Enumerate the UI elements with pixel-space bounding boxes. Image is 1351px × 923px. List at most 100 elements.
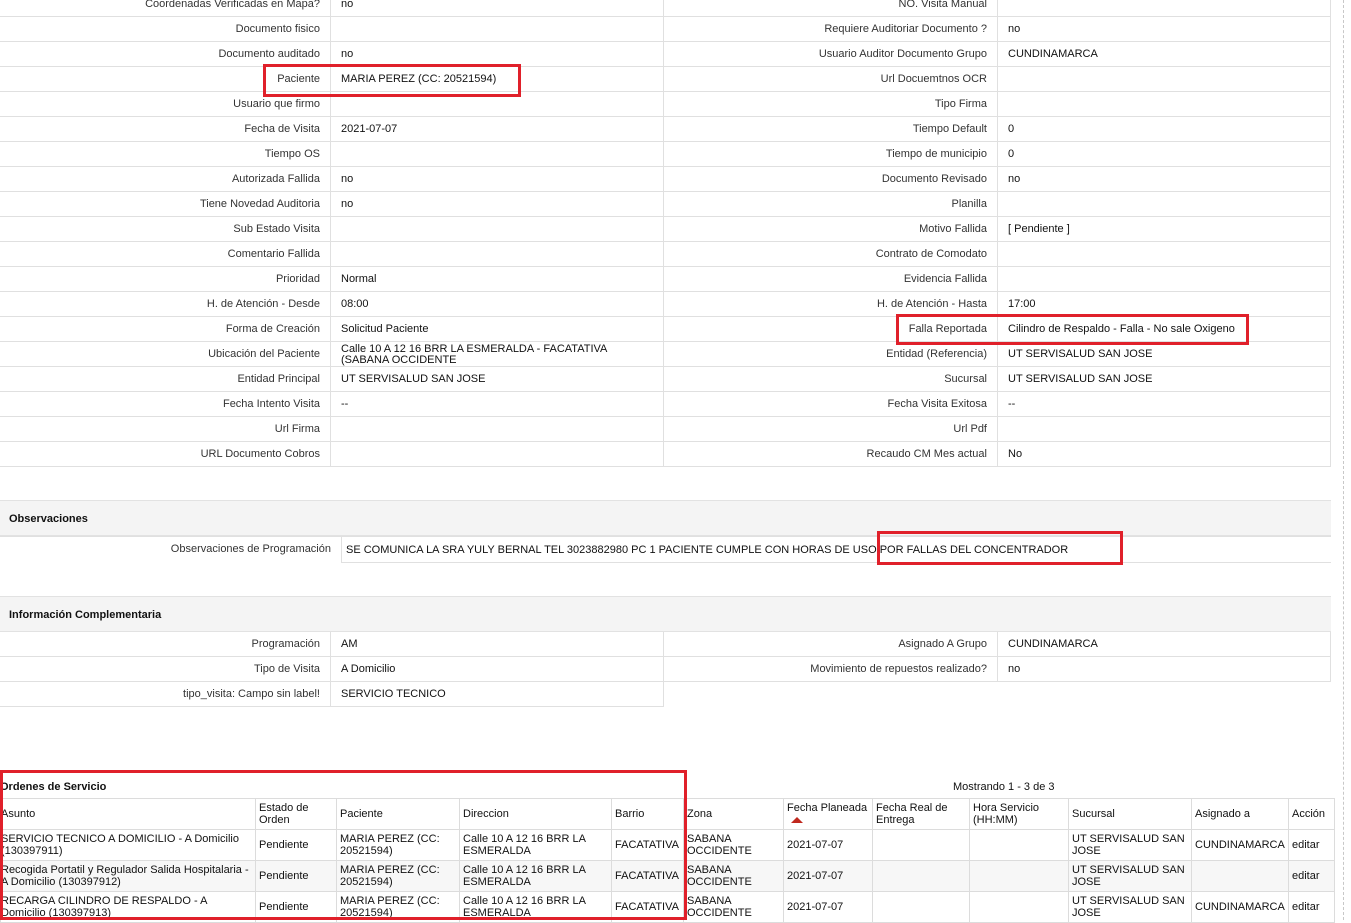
field-value: CUNDINAMARCA xyxy=(998,42,1331,67)
detail-row: URL Documento Cobros Recaudo CM Mes actua… xyxy=(0,442,1331,467)
field-value xyxy=(998,242,1331,267)
detail-row: Documento fisico Requiere Auditoriar Docu… xyxy=(0,17,1331,42)
column-header-fecha-planeada[interactable]: Fecha Planeada xyxy=(783,798,873,830)
detail-row: Autorizada Fallida no Documento Revisado n… xyxy=(0,167,1331,192)
field-label: Evidencia Fallida xyxy=(664,267,998,292)
field-value xyxy=(998,417,1331,442)
table-row: Recogida Portatil y Regulador Salida Hos… xyxy=(0,860,1335,892)
field-label: Sub Estado Visita xyxy=(0,217,331,242)
column-header-hora-servicio[interactable]: Hora Servicio (HH:MM) xyxy=(969,798,1069,830)
field-label: NO. Visita Manual xyxy=(664,0,998,17)
field-label: Documento auditado xyxy=(0,42,331,67)
observaciones-value: SE COMUNICA LA SRA YULY BERNAL TEL 30238… xyxy=(346,544,1069,556)
field-label: Observaciones de Programación xyxy=(0,537,342,563)
cell-barrio: FACATATIVA xyxy=(611,860,684,892)
field-value: A Domicilio xyxy=(331,657,664,682)
detail-row: Forma de Creación Solicitud Paciente Falla… xyxy=(0,317,1331,342)
column-header-zona[interactable]: Zona xyxy=(683,798,784,830)
cell-direccion: Calle 10 A 12 16 BRR LA ESMERALDA xyxy=(459,891,612,923)
reported-failure-value: Cilindro de Respaldo - Falla - No sale O… xyxy=(998,317,1331,342)
cell-paciente: MARIA PEREZ (CC: 20521594) xyxy=(336,829,460,861)
cell-direccion: Calle 10 A 12 16 BRR LA ESMERALDA xyxy=(459,829,612,861)
detail-row: Tiempo OS Tiempo de municipio 0 xyxy=(0,142,1331,167)
cell-fecha-planeada: 2021-07-07 xyxy=(783,829,873,861)
field-value: Solicitud Paciente xyxy=(331,317,664,342)
detail-row: H. de Atención - Desde 08:00 H. de Atenció… xyxy=(0,292,1331,317)
field-value xyxy=(331,217,664,242)
field-value: -- xyxy=(331,392,664,417)
column-header-estado[interactable]: Estado de Orden xyxy=(255,798,337,830)
cell-fecha-real xyxy=(872,891,970,923)
edit-link[interactable]: editar xyxy=(1288,891,1335,923)
header-label: Fecha Planeada xyxy=(787,802,868,814)
field-value: [ Pendiente ] xyxy=(998,217,1331,242)
cell-asignado: CUNDINAMARCA xyxy=(1191,829,1289,861)
visit-details: Coordenadas Verificadas en Mapa? no NO. Vi… xyxy=(0,0,1331,467)
cell-asunto: RECARGA CILINDRO DE RESPALDO - A Domicil… xyxy=(0,891,256,923)
edit-link[interactable]: editar xyxy=(1288,829,1335,861)
field-value xyxy=(331,142,664,167)
observaciones-row: Observaciones de Programación SE COMUNIC… xyxy=(0,536,1331,563)
field-value xyxy=(998,267,1331,292)
field-label: Url Pdf xyxy=(664,417,998,442)
cell-fecha-planeada: 2021-07-07 xyxy=(783,860,873,892)
field-label: Documento Revisado xyxy=(664,167,998,192)
field-value xyxy=(998,92,1331,117)
field-value: CUNDINAMARCA xyxy=(998,632,1331,657)
column-header-accion: Acción xyxy=(1288,798,1335,830)
field-value: no xyxy=(331,0,664,17)
column-header-asunto[interactable]: Asunto xyxy=(0,798,256,830)
cell-zona: SABANA OCCIDENTE xyxy=(683,891,784,923)
column-header-asignado[interactable]: Asignado a xyxy=(1191,798,1289,830)
field-label: Asignado A Grupo xyxy=(664,632,998,657)
field-label: Url Firma xyxy=(0,417,331,442)
field-value: 0 xyxy=(998,142,1331,167)
field-value: no xyxy=(998,167,1331,192)
field-value: no xyxy=(998,657,1331,682)
field-value: AM xyxy=(331,632,664,657)
field-value: UT SERVISALUD SAN JOSE xyxy=(998,367,1331,392)
column-header-barrio[interactable]: Barrio xyxy=(611,798,684,830)
field-value: 0 xyxy=(998,117,1331,142)
cell-fecha-real xyxy=(872,860,970,892)
cell-paciente: MARIA PEREZ (CC: 20521594) xyxy=(336,860,460,892)
cell-estado: Pendiente xyxy=(255,829,337,861)
cell-asignado: CUNDINAMARCA xyxy=(1191,891,1289,923)
cell-fecha-planeada: 2021-07-07 xyxy=(783,891,873,923)
field-value xyxy=(331,17,664,42)
sort-ascending-icon xyxy=(791,817,803,824)
field-value xyxy=(331,242,664,267)
field-label: Tiempo Default xyxy=(664,117,998,142)
field-value xyxy=(331,92,664,117)
cell-estado: Pendiente xyxy=(255,891,337,923)
complementaria-details: Programación AM Asignado A Grupo CUNDINAMAR… xyxy=(0,632,1331,707)
detail-row: Ubicación del Paciente Calle 10 A 12 16 B… xyxy=(0,342,1331,367)
field-value: 08:00 xyxy=(331,292,664,317)
detail-row: Fecha de Visita 2021-07-07 Tiempo Default… xyxy=(0,117,1331,142)
orders-count: Mostrando 1 - 3 de 3 xyxy=(953,781,1055,793)
field-label: Usuario que firmo xyxy=(0,92,331,117)
field-label: Requiere Auditoriar Documento ? xyxy=(664,17,998,42)
field-label: H. de Atención - Hasta xyxy=(664,292,998,317)
detail-row: Tipo de Visita A Domicilio Movimiento de r… xyxy=(0,657,1331,682)
field-label: Comentario Fallida xyxy=(0,242,331,267)
column-header-paciente[interactable]: Paciente xyxy=(336,798,460,830)
field-value: No xyxy=(998,442,1331,467)
cell-estado: Pendiente xyxy=(255,860,337,892)
table-row: RECARGA CILINDRO DE RESPALDO - A Domicil… xyxy=(0,891,1335,923)
column-header-direccion[interactable]: Direccion xyxy=(459,798,612,830)
field-value xyxy=(998,0,1331,17)
field-value: no xyxy=(331,192,664,217)
field-label: Forma de Creación xyxy=(0,317,331,342)
field-label: Motivo Fallida xyxy=(664,217,998,242)
cell-direccion: Calle 10 A 12 16 BRR LA ESMERALDA xyxy=(459,860,612,892)
field-label: H. de Atención - Desde xyxy=(0,292,331,317)
column-header-sucursal[interactable]: Sucursal xyxy=(1068,798,1192,830)
edit-link[interactable]: editar xyxy=(1288,860,1335,892)
column-header-fecha-real[interactable]: Fecha Real de Entrega xyxy=(872,798,970,830)
field-label: Movimiento de repuestos realizado? xyxy=(664,657,998,682)
detail-row: Prioridad Normal Evidencia Fallida xyxy=(0,267,1331,292)
cell-asunto: SERVICIO TECNICO A DOMICILIO - A Domicil… xyxy=(0,829,256,861)
orders-header-row: Asunto Estado de Orden Paciente Direccio… xyxy=(0,798,1335,830)
field-value xyxy=(998,67,1331,92)
